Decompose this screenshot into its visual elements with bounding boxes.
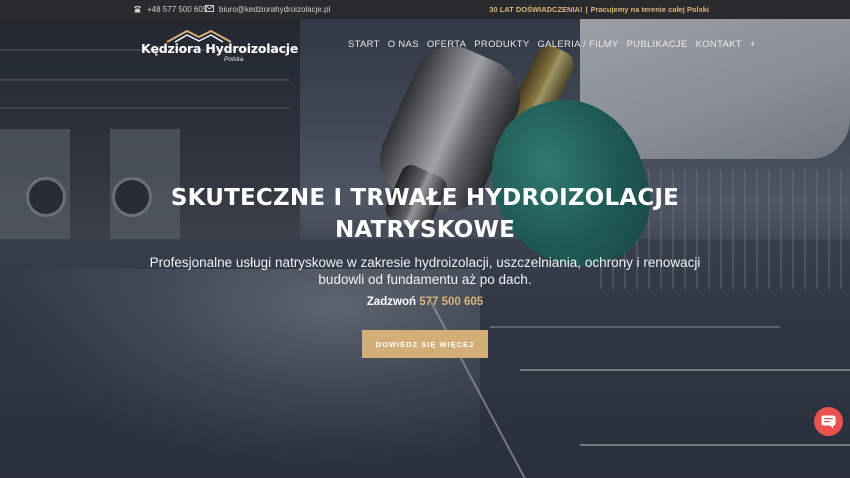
call-prefix: Zadzwoń bbox=[366, 296, 417, 308]
topbar-promo: 30 LAT DOŚWIADCZENIA! | Pracujemy na ter… bbox=[489, 0, 709, 19]
logo-subtitle: Polska bbox=[224, 56, 244, 63]
hero-title-line-1: SKUTECZNE I TRWAŁE HYDROIZOLACJE bbox=[170, 185, 680, 211]
nav-publikacje[interactable]: PUBLIKACJE bbox=[627, 39, 688, 53]
call-number-link[interactable]: 577 500 605 bbox=[419, 296, 483, 308]
hero-background bbox=[0, 19, 850, 478]
promo-rest: Pracujemy na terenie całej Polski bbox=[590, 5, 709, 14]
chat-bubble-icon bbox=[821, 415, 836, 428]
topbar-email[interactable]: biuro@kedziorahydroizolacje.pl bbox=[205, 0, 330, 19]
promo-separator: | bbox=[585, 5, 588, 14]
nav-start[interactable]: START bbox=[348, 39, 380, 53]
nav-oferta[interactable]: OFERTA bbox=[427, 39, 466, 53]
nav-galeria-filmy[interactable]: GALERIA / FILMY bbox=[537, 39, 618, 53]
envelope-icon bbox=[205, 5, 214, 14]
learn-more-button[interactable]: DOWIEDZ SIĘ WIĘCEJ bbox=[362, 330, 488, 358]
hero-overlay bbox=[0, 19, 850, 478]
phone-icon bbox=[133, 5, 142, 15]
nav-more-plus[interactable]: + bbox=[750, 39, 756, 53]
site-logo[interactable]: Kędziora Hydroizolacje Polska bbox=[141, 29, 298, 65]
promo-bold: 30 LAT DOŚWIADCZENIA! bbox=[489, 5, 583, 14]
main-nav: START O NAS OFERTA PRODUKTY GALERIA / FI… bbox=[348, 39, 764, 53]
nav-kontakt[interactable]: KONTAKT bbox=[696, 39, 742, 53]
topbar-phone-text: +48 577 500 605 bbox=[147, 5, 208, 14]
hero-title-line-2: NATRYSKOWE bbox=[334, 217, 516, 243]
topbar-phone[interactable]: +48 577 500 605 bbox=[133, 0, 207, 19]
logo-name: Kędziora Hydroizolacje bbox=[141, 41, 299, 56]
nav-o-nas[interactable]: O NAS bbox=[388, 39, 419, 53]
hero-lead: Profesjonalne usługi natryskowe w zakres… bbox=[149, 255, 701, 287]
hero-call: Zadzwoń 577 500 605 bbox=[0, 296, 850, 308]
chat-button[interactable] bbox=[814, 407, 843, 436]
topbar-email-text: biuro@kedziorahydroizolacje.pl bbox=[219, 5, 331, 14]
nav-produkty[interactable]: PRODUKTY bbox=[474, 39, 529, 53]
top-bar: +48 577 500 605 biuro@kedziorahydroizola… bbox=[0, 0, 850, 19]
hero-title: SKUTECZNE I TRWAŁE HYDROIZOLACJE NATRYSK… bbox=[0, 182, 850, 246]
